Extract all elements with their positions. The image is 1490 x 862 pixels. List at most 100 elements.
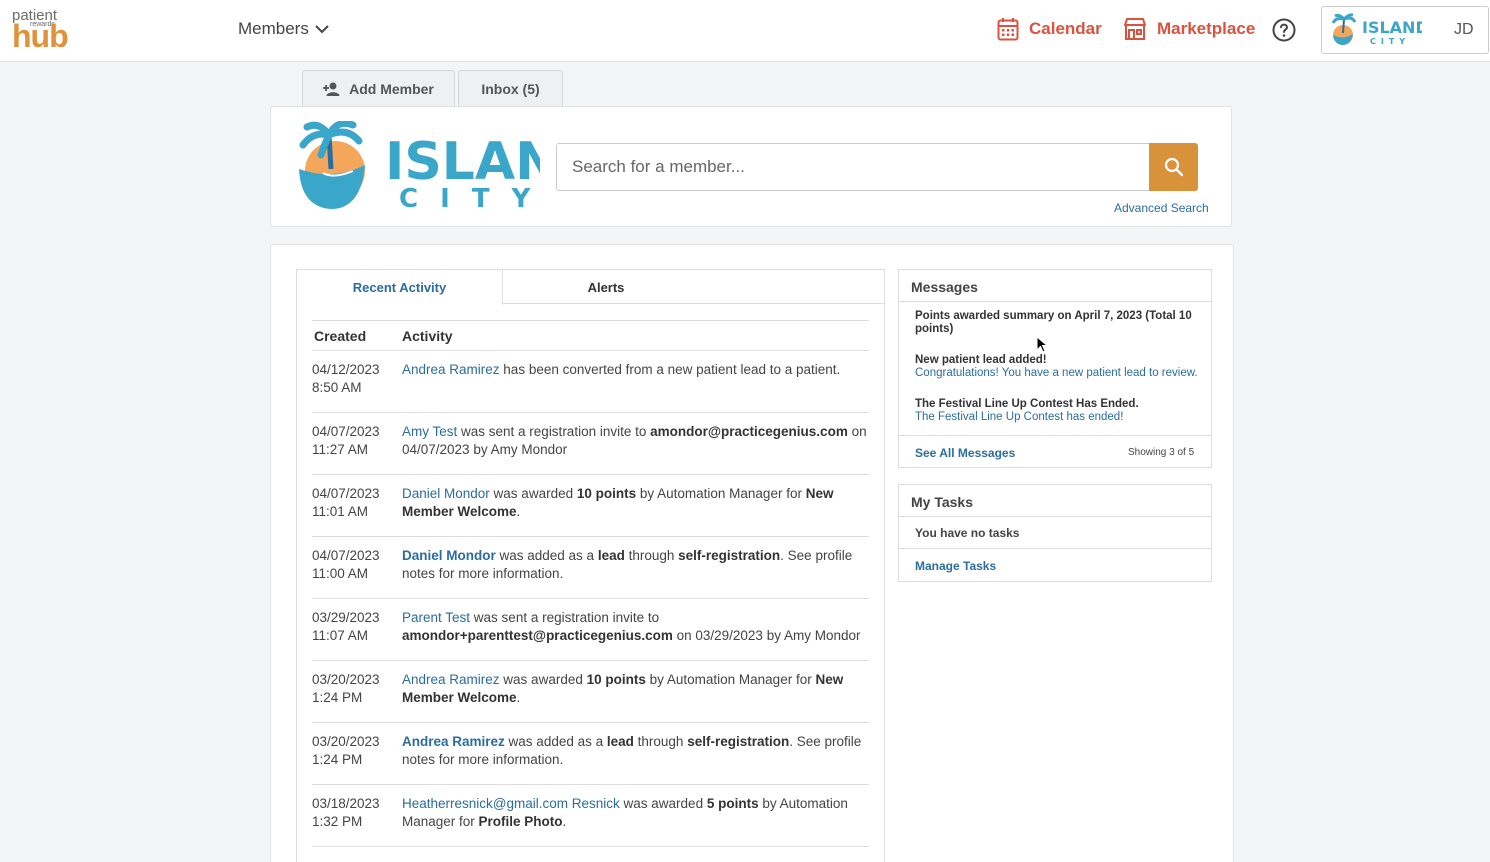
activity-cell: Parent Test was sent a registration invi… bbox=[402, 609, 867, 660]
message-title: The Festival Line Up Contest Has Ended. bbox=[915, 398, 1139, 410]
table-header: Created Activity bbox=[312, 320, 869, 351]
created-time: 11:01 AM bbox=[312, 504, 369, 519]
table-row: 04/07/2023 11:00 AM Daniel Mondor was add… bbox=[312, 537, 869, 599]
logo-text-hub: hub bbox=[12, 18, 69, 54]
activity-text: was added as a bbox=[504, 734, 607, 749]
add-member-tab[interactable]: Add Member bbox=[302, 70, 455, 107]
created-cell: 04/07/2023 11:01 AM bbox=[312, 485, 402, 536]
source-label: self-registration bbox=[678, 548, 781, 563]
created-date: 03/20/2023 bbox=[312, 734, 380, 749]
search-icon bbox=[1164, 157, 1183, 177]
table-row: 03/20/2023 1:24 PM Andrea Ramirez was awa… bbox=[312, 661, 869, 723]
activity-email: amondor@practicegenius.com bbox=[650, 424, 848, 439]
activity-text: has been converted from a new patient le… bbox=[499, 362, 841, 377]
member-link[interactable]: Daniel Mondor bbox=[402, 548, 496, 563]
advanced-search-link[interactable]: Advanced Search bbox=[1114, 201, 1209, 215]
message-item[interactable]: The Festival Line Up Contest Has Ended. … bbox=[915, 398, 1205, 424]
source-label: self-registration bbox=[687, 734, 790, 749]
small-logo-city: CITY bbox=[1370, 37, 1410, 46]
activity-text: by Automation Manager for bbox=[645, 672, 816, 687]
activity-text: through bbox=[624, 548, 679, 563]
activity-text: was awarded bbox=[489, 486, 577, 501]
member-link[interactable]: Daniel Mondor bbox=[402, 486, 490, 501]
inbox-tab[interactable]: Inbox (5) bbox=[458, 70, 563, 107]
message-title: Points awarded summary on April 7, 2023 … bbox=[915, 310, 1192, 335]
points-value: 5 points bbox=[706, 796, 759, 811]
island-city-small-logo: ISLAND CITY bbox=[1331, 13, 1422, 46]
table-row: 04/07/2023 11:27 AM Amy Test was sent a r… bbox=[312, 413, 869, 475]
user-initials: JD bbox=[1454, 21, 1474, 38]
tab-alerts[interactable]: Alerts bbox=[503, 270, 709, 304]
message-item[interactable]: Points awarded summary on April 7, 2023 … bbox=[915, 310, 1205, 336]
created-date: 04/07/2023 bbox=[312, 548, 380, 563]
activity-text: by Automation Manager for bbox=[636, 486, 806, 501]
member-search-input[interactable] bbox=[556, 143, 1150, 191]
marketplace-link[interactable]: Marketplace bbox=[1123, 17, 1255, 41]
activity-cell: Andrea Ramirez was awarded 10 points by … bbox=[402, 671, 867, 722]
created-time: 1:24 PM bbox=[312, 752, 363, 767]
member-link[interactable]: Andrea Ramirez bbox=[402, 734, 505, 749]
table-row: 04/07/2023 11:01 AM Daniel Mondor was awa… bbox=[312, 475, 869, 537]
member-link[interactable]: Parent Test bbox=[402, 610, 470, 625]
store-icon bbox=[1124, 18, 1146, 40]
created-time: 11:27 AM bbox=[312, 442, 369, 457]
table-row: 04/12/2023 8:50 AM Andrea Ramirez has bee… bbox=[312, 351, 869, 413]
activity-text: was sent a registration invite to bbox=[470, 610, 660, 625]
activity-cell: Daniel Mondor was awarded 10 points by A… bbox=[402, 485, 867, 536]
activity-text: was sent a registration invite to bbox=[457, 424, 651, 439]
member-link[interactable]: Heatherresnick@gmail.com Resnick bbox=[402, 796, 620, 811]
created-time: 11:07 AM bbox=[312, 628, 369, 643]
table-row: 03/29/2023 11:07 AM Parent Test was sent … bbox=[312, 599, 869, 661]
message-item[interactable]: New patient lead added! Congratulations!… bbox=[915, 354, 1205, 380]
activity-cell: Heatherresnick@gmail.com Resnick was awa… bbox=[402, 795, 867, 846]
activity-table: Created Activity 04/12/2023 8:50 AM Andre… bbox=[312, 320, 869, 847]
see-all-messages-link[interactable]: See All Messages bbox=[915, 446, 1015, 460]
chevron-down-icon bbox=[315, 25, 329, 34]
dashboard-card: Recent Activity Alerts Created Activity … bbox=[270, 244, 1234, 862]
messages-footer: See All Messages Showing 3 of 5 bbox=[899, 435, 1211, 467]
tasks-panel: My Tasks You have no tasks Manage Tasks bbox=[898, 484, 1212, 582]
account-menu[interactable]: ISLAND CITY JD bbox=[1321, 6, 1489, 54]
message-body[interactable]: The Festival Line Up Contest has ended! bbox=[915, 411, 1205, 424]
column-created: Created bbox=[314, 327, 367, 344]
activity-panel: Recent Activity Alerts Created Activity … bbox=[296, 269, 885, 862]
marketplace-label: Marketplace bbox=[1157, 19, 1256, 38]
search-button[interactable] bbox=[1149, 143, 1198, 191]
logo-island-text: ISLAND bbox=[385, 132, 540, 192]
calendar-icon bbox=[997, 18, 1019, 41]
member-link[interactable]: Amy Test bbox=[402, 424, 457, 439]
activity-cell: Andrea Ramirez was added as a lead throu… bbox=[402, 733, 867, 784]
member-link[interactable]: Andrea Ramirez bbox=[402, 362, 500, 377]
manage-tasks-link[interactable]: Manage Tasks bbox=[899, 549, 1211, 583]
created-cell: 03/20/2023 1:24 PM bbox=[312, 733, 402, 784]
lead-label: lead bbox=[597, 548, 625, 563]
message-title: New patient lead added! bbox=[915, 354, 1047, 366]
help-icon[interactable] bbox=[1272, 18, 1296, 42]
created-cell: 03/29/2023 11:07 AM bbox=[312, 609, 402, 660]
calendar-label: Calendar bbox=[1029, 19, 1102, 38]
created-date: 04/07/2023 bbox=[312, 486, 380, 501]
member-link[interactable]: Andrea Ramirez bbox=[402, 672, 500, 687]
created-cell: 04/07/2023 11:00 AM bbox=[312, 547, 402, 598]
activity-cell: Andrea Ramirez has been converted from a… bbox=[402, 361, 867, 412]
activity-tabs: Recent Activity Alerts bbox=[297, 270, 884, 305]
messages-count: Showing 3 of 5 bbox=[1128, 447, 1195, 458]
message-body[interactable]: Congratulations! You have a new patient … bbox=[915, 367, 1205, 380]
created-time: 1:32 PM bbox=[312, 814, 363, 829]
messages-title: Messages bbox=[899, 270, 1211, 302]
activity-cell: Daniel Mondor was added as a lead throug… bbox=[402, 547, 867, 598]
tasks-title: My Tasks bbox=[899, 485, 1211, 517]
created-cell: 03/20/2023 1:24 PM bbox=[312, 671, 402, 722]
patient-rewards-hub-logo[interactable]: patient rewards hub bbox=[12, 8, 74, 52]
add-user-icon bbox=[323, 82, 340, 96]
reward-name: Profile Photo bbox=[478, 814, 563, 829]
calendar-link[interactable]: Calendar bbox=[997, 17, 1102, 41]
members-dropdown[interactable]: Members bbox=[238, 19, 329, 39]
points-value: 10 points bbox=[586, 672, 646, 687]
tab-recent-activity[interactable]: Recent Activity bbox=[297, 270, 503, 305]
messages-panel: Messages Points awarded summary on April… bbox=[898, 269, 1212, 468]
created-time: 11:00 AM bbox=[312, 566, 369, 581]
created-date: 03/20/2023 bbox=[312, 672, 380, 687]
created-time: 8:50 AM bbox=[312, 380, 362, 395]
created-cell: 04/12/2023 8:50 AM bbox=[312, 361, 402, 412]
